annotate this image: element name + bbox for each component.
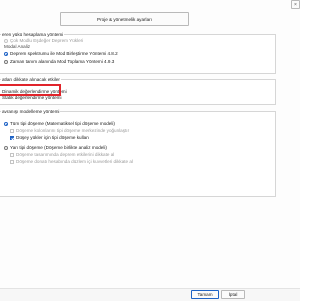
slab-seismic-checkbox[interactable]: Döşeme tasarımında deprem etkilerini dik… bbox=[10, 152, 114, 158]
modal-analysis-label: Modal Analiz bbox=[4, 44, 31, 49]
radio-selected-icon bbox=[4, 122, 8, 126]
time-history-option[interactable]: Zaman tanım alanında Mod Toplama Yöntemi… bbox=[4, 59, 114, 65]
group-title: avranışı modelleme yöntemi bbox=[1, 109, 61, 115]
checkbox-icon bbox=[10, 153, 14, 157]
dialog-footer bbox=[0, 288, 300, 301]
project-settings-button-label: Proje & yönetmelik ayarları bbox=[97, 16, 152, 22]
lump-columns-checkbox[interactable]: Döşeme kolonlarını tipi döşeme merkezind… bbox=[10, 128, 129, 134]
close-icon[interactable]: × bbox=[291, 0, 300, 9]
highlight-box bbox=[0, 84, 61, 96]
rigid-diaphragm-option[interactable]: Tüm tipi döşeme (Matematiksel tipi döşem… bbox=[4, 121, 115, 127]
checkbox-icon bbox=[10, 160, 14, 164]
in-plane-forces-checkbox[interactable]: Döşeme donatı hesabında düzlem içi kuvve… bbox=[10, 159, 133, 165]
semi-rigid-diaphragm-option[interactable]: Yarı tipi döşeme (Döşeme birlikte analiz… bbox=[4, 145, 107, 151]
checkbox-icon bbox=[10, 129, 14, 133]
ok-button[interactable]: Tamam bbox=[191, 290, 219, 299]
radio-selected-icon bbox=[4, 52, 8, 56]
analysis-settings-dialog: Proje & yönetmelik ayarları × eren yükü … bbox=[0, 0, 300, 301]
checkbox-checked-icon bbox=[10, 136, 14, 140]
radio-icon bbox=[4, 39, 8, 43]
cancel-button[interactable]: İptal bbox=[221, 290, 245, 299]
project-settings-button[interactable]: Proje & yönetmelik ayarları bbox=[60, 12, 189, 26]
spectrum-mode-combination-option[interactable]: Deprem spektrumu ile Mod Birleştirme Yön… bbox=[4, 51, 118, 57]
group-title: atları dikkate alınacak etkiler bbox=[1, 77, 61, 83]
diaphragm-modeling-group: avranışı modelleme yöntemi Tüm tipi döşe… bbox=[0, 109, 276, 197]
earthquake-load-method-group: eren yükü hesaplama yöntemi Çok Modlu Eş… bbox=[0, 32, 276, 74]
vertical-load-checkbox[interactable]: Düşey yükler için tipi döşeme kullan bbox=[10, 135, 89, 141]
radio-icon bbox=[4, 60, 8, 64]
radio-icon bbox=[4, 146, 8, 150]
